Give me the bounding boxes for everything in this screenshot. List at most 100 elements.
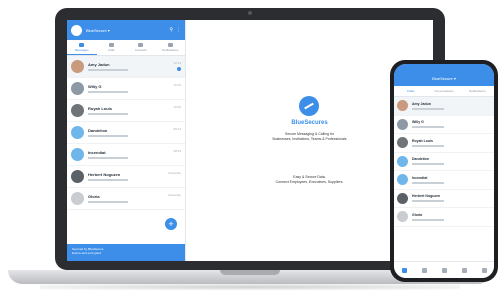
timestamp: 12:44	[173, 61, 181, 65]
list-item[interactable]: Incendiat 08:54	[67, 144, 185, 166]
timestamp: 10:20	[173, 105, 181, 109]
message-preview	[412, 107, 444, 110]
phone-screen: BlueSecure ▾ Chats Conversations Notific…	[394, 64, 494, 278]
phone-tab-notifications[interactable]: Notifications	[461, 86, 494, 96]
more-icon	[481, 267, 487, 273]
unread-badge	[177, 67, 181, 71]
list-item[interactable]: Willy G 11:03	[67, 78, 185, 100]
message-preview	[412, 144, 444, 147]
search-icon[interactable]: ⚲	[169, 27, 173, 33]
phone-bottom-nav	[394, 261, 494, 278]
laptop-notch	[220, 270, 280, 275]
tab-calls[interactable]: Calls	[97, 40, 127, 55]
list-item[interactable]: Herbert Noguzen Yesterday	[67, 166, 185, 188]
list-item[interactable]: Amy Jadun 12:44	[67, 56, 185, 78]
camera	[248, 11, 252, 15]
list-item[interactable]: Gloria Yesterday	[67, 188, 185, 210]
avatar	[397, 100, 408, 112]
list-item[interactable]: Gloria	[394, 208, 494, 227]
nav-notifications[interactable]	[454, 262, 474, 278]
contact-name: Royah Louis	[412, 138, 434, 143]
avatar	[397, 155, 408, 167]
chat-icon	[79, 42, 85, 47]
list-item[interactable]: Incendiat	[394, 171, 494, 190]
app-logo	[71, 24, 82, 36]
message-preview	[88, 135, 128, 137]
avatar	[71, 60, 84, 73]
tab-bar: Messages Calls Contacts Notifications	[67, 40, 185, 56]
laptop-shadow	[40, 284, 460, 290]
laptop-screen: BlueSecure ▾ ⚲ ⋮ Messages Calls Contacts…	[67, 20, 433, 261]
contact-name: Amy Jadun	[88, 62, 110, 67]
avatar	[397, 211, 408, 223]
list-item[interactable]: Dandeiion 09:12	[67, 122, 185, 144]
contact-name: Herbert Noguzen	[412, 194, 441, 199]
contact-name: Royah Louis	[88, 106, 113, 111]
contact-name: Willy G	[412, 120, 424, 125]
message-preview	[412, 163, 444, 166]
message-preview	[88, 91, 128, 93]
contact-name: Amy Jadun	[412, 101, 431, 106]
contact-name: Willy G	[88, 84, 102, 89]
chat-icon	[401, 267, 407, 273]
contact-name: Incendiat	[412, 175, 428, 180]
list-item[interactable]: Royah Louis 10:20	[67, 100, 185, 122]
nav-calls[interactable]	[414, 262, 434, 278]
avatar	[397, 118, 408, 130]
avatar	[71, 148, 84, 161]
timestamp: 08:54	[173, 149, 181, 153]
phone-tab-chats[interactable]: Chats	[394, 86, 427, 96]
sidebar-header: BlueSecure ▾ ⚲ ⋮	[67, 20, 185, 40]
bell-icon	[461, 267, 467, 273]
nav-more[interactable]	[474, 262, 494, 278]
tab-messages[interactable]: Messages	[67, 40, 97, 55]
timestamp: 09:12	[173, 127, 181, 131]
phone-header: BlueSecure ▾	[394, 64, 494, 86]
menu-icon[interactable]: ⋮	[176, 27, 181, 33]
brand-logo-icon	[299, 96, 319, 116]
sidebar: BlueSecure ▾ ⚲ ⋮ Messages Calls Contacts…	[67, 20, 186, 261]
timestamp: Yesterday	[167, 193, 181, 197]
sidebar-footer: Secured by BlueSecure End-to-end encrypt…	[67, 244, 185, 261]
contacts-icon	[441, 267, 447, 273]
timestamp: Yesterday	[167, 171, 181, 175]
avatar	[71, 82, 84, 95]
avatar	[71, 104, 84, 117]
timestamp: 11:03	[173, 83, 181, 87]
contacts-icon	[138, 43, 144, 47]
phone: BlueSecure ▾ Chats Conversations Notific…	[390, 60, 498, 282]
avatar	[71, 192, 84, 205]
message-preview	[88, 201, 128, 203]
list-item[interactable]: Royah Louis	[394, 134, 494, 153]
bell-icon	[167, 43, 173, 47]
list-item[interactable]: Dandeiion	[394, 153, 494, 171]
message-preview	[412, 200, 444, 203]
avatar	[397, 137, 408, 149]
workspace-selector[interactable]: BlueSecure ▾	[86, 28, 166, 33]
contact-name: Dandeiion	[412, 157, 429, 162]
phone-tab-conversations[interactable]: Conversations	[427, 86, 460, 96]
avatar	[397, 192, 408, 204]
phone-workspace-selector[interactable]: BlueSecure ▾	[394, 76, 494, 81]
phone-tab-bar: Chats Conversations Notifications	[394, 86, 494, 97]
list-item[interactable]: Amy Jadun	[394, 97, 494, 116]
message-preview	[412, 218, 444, 221]
contact-name: Gloria	[412, 212, 423, 217]
message-preview	[412, 126, 444, 129]
tab-notifications[interactable]: Notifications	[156, 40, 186, 55]
avatar	[71, 126, 84, 139]
phone-icon	[421, 267, 427, 273]
nav-chats[interactable]	[394, 262, 414, 278]
new-chat-button[interactable]: +	[165, 218, 177, 230]
chat-list: Amy Jadun 12:44 Willy G 11:03 Royah Loui…	[67, 56, 185, 210]
message-preview	[88, 179, 128, 181]
contact-name: Dandeiion	[88, 128, 108, 133]
avatar	[71, 170, 84, 183]
list-item[interactable]: Herbert Noguzen	[394, 190, 494, 208]
message-preview	[88, 113, 128, 115]
message-preview	[88, 157, 128, 159]
phone-icon	[108, 43, 114, 47]
list-item[interactable]: Willy G	[394, 116, 494, 134]
tab-contacts[interactable]: Contacts	[126, 40, 156, 55]
nav-contacts[interactable]	[434, 262, 454, 278]
